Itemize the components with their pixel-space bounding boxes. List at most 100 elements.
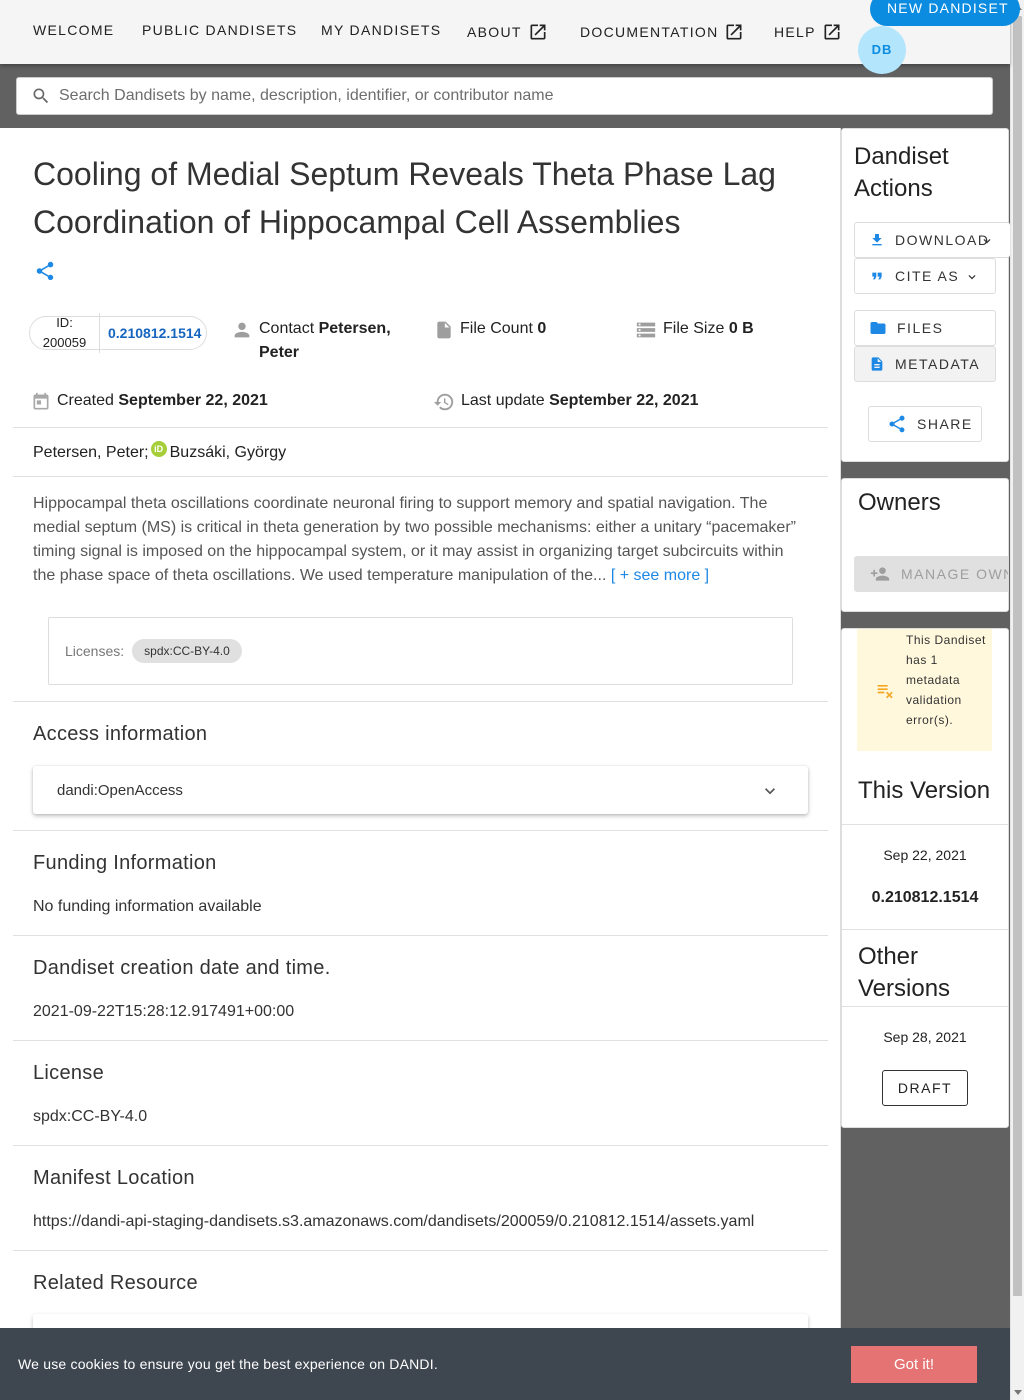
file-count-label: File Count bbox=[460, 320, 533, 337]
share-icon[interactable] bbox=[34, 260, 56, 282]
id-label: ID: bbox=[56, 315, 73, 330]
other-versions-heading: Other Versions bbox=[858, 943, 951, 1002]
folder-icon bbox=[870, 322, 886, 334]
external-link-icon bbox=[530, 24, 546, 40]
divider bbox=[842, 824, 1008, 825]
access-value: dandi:OpenAccess bbox=[57, 781, 183, 799]
top-navigation-bar: Welcome Public Dandisets My Dandisets Ab… bbox=[0, 0, 1020, 74]
cookie-accept-button[interactable]: Got it! bbox=[851, 1346, 977, 1383]
funding-value: No funding information available bbox=[33, 898, 262, 915]
page-scrollbar[interactable] bbox=[1010, 0, 1024, 1400]
this-version-heading: This Version bbox=[858, 777, 991, 804]
chevron-down-icon bbox=[983, 239, 991, 244]
divider bbox=[13, 830, 828, 831]
chevron-down-icon bbox=[968, 275, 976, 280]
cookie-text: We use cookies to ensure you get the bes… bbox=[18, 1356, 438, 1372]
related-heading: Related Resource bbox=[33, 1272, 198, 1294]
divider bbox=[13, 935, 828, 936]
licenses-label: Licenses: bbox=[65, 643, 125, 659]
divider bbox=[842, 929, 1008, 930]
owners-card: Owners Manage Own bbox=[841, 478, 1009, 612]
scroll-down-arrow-icon[interactable] bbox=[1014, 1390, 1022, 1395]
draft-version-button[interactable]: Draft bbox=[882, 1070, 968, 1106]
user-avatar[interactable]: DB bbox=[858, 26, 906, 74]
nav-welcome[interactable]: Welcome bbox=[33, 22, 114, 38]
download-icon bbox=[872, 234, 882, 246]
divider bbox=[13, 1250, 828, 1251]
quote-icon bbox=[872, 272, 882, 280]
manage-owners-label: Manage Own bbox=[901, 566, 1009, 582]
manage-owners-button[interactable]: Manage Own bbox=[854, 556, 1009, 592]
orcid-icon[interactable]: iD bbox=[150, 441, 167, 457]
nav-public-dandisets[interactable]: Public Dandisets bbox=[142, 22, 297, 38]
file-count-value: 0 bbox=[537, 320, 547, 337]
divider bbox=[13, 476, 828, 477]
metadata-button[interactable]: Metadata bbox=[854, 346, 996, 382]
updated-label: Last update bbox=[461, 392, 545, 409]
divider bbox=[13, 427, 828, 428]
dandiset-id: ID: 200059 bbox=[30, 313, 100, 353]
nav-help[interactable]: Help bbox=[774, 22, 842, 42]
updated-value: September 22, 2021 bbox=[549, 392, 699, 409]
id-value: 200059 bbox=[42, 335, 87, 350]
actions-heading: Dandiset Actions bbox=[854, 143, 949, 202]
metadata-label: Metadata bbox=[895, 356, 981, 372]
dandiset-actions-card: Dandiset Actions Download Cite As Files … bbox=[841, 128, 1010, 462]
file-icon bbox=[437, 321, 451, 339]
this-version-id[interactable]: 0.210812.1514 bbox=[842, 889, 1008, 907]
contact-label: Contact bbox=[259, 320, 315, 337]
created-date: Created September 22, 2021 bbox=[31, 389, 268, 413]
share-button[interactable]: Share bbox=[868, 406, 982, 442]
owners-heading: Owners bbox=[858, 489, 941, 516]
cite-as-label: Cite As bbox=[895, 268, 960, 284]
cite-as-button[interactable]: Cite As bbox=[854, 258, 996, 294]
divider bbox=[842, 1006, 1008, 1007]
access-expansion-panel[interactable]: dandi:OpenAccess bbox=[33, 766, 808, 814]
validation-warning: This Dandiset has 1 metadata validation … bbox=[857, 629, 992, 751]
see-more-link[interactable]: [ + see more ] bbox=[611, 567, 709, 584]
validation-warning-text[interactable]: This Dandiset has 1 metadata validation … bbox=[906, 630, 986, 730]
file-size-value: 0 B bbox=[728, 320, 754, 337]
nav-about-label: About bbox=[467, 24, 522, 40]
calendar-icon bbox=[33, 392, 49, 410]
search-icon bbox=[33, 88, 49, 104]
last-update: Last update September 22, 2021 bbox=[433, 389, 699, 413]
scrollbar-thumb[interactable] bbox=[1013, 16, 1022, 1296]
file-count: File Count 0 bbox=[434, 317, 546, 341]
storage-icon bbox=[636, 322, 656, 338]
nav-help-label: Help bbox=[774, 24, 816, 40]
dandiset-id-chip[interactable]: ID: 200059 0.210812.1514 bbox=[29, 313, 207, 353]
license-value: spdx:CC-BY-4.0 bbox=[33, 1108, 148, 1125]
creation-heading: Dandiset creation date and time. bbox=[33, 957, 331, 979]
license-chip: spdx:CC-BY-4.0 bbox=[132, 639, 242, 663]
nav-public-dandisets-label: Public Dandisets bbox=[142, 22, 298, 38]
document-icon bbox=[871, 357, 883, 371]
funding-heading: Funding Information bbox=[33, 852, 217, 874]
search-bar-container bbox=[0, 64, 1010, 128]
nav-documentation-label: Documentation bbox=[580, 24, 719, 40]
download-button[interactable]: Download bbox=[854, 222, 1010, 258]
other-version-date: Sep 28, 2021 bbox=[883, 1029, 967, 1045]
nav-welcome-label: Welcome bbox=[33, 22, 115, 38]
files-label: Files bbox=[897, 320, 944, 336]
files-button[interactable]: Files bbox=[854, 310, 996, 346]
dandiset-main-panel: Cooling of Medial Septum Reveals Theta P… bbox=[0, 128, 841, 1400]
search-input[interactable] bbox=[59, 87, 959, 105]
nav-my-dandisets-label: My Dandisets bbox=[321, 22, 442, 38]
this-version-date: Sep 22, 2021 bbox=[883, 847, 967, 863]
search-box bbox=[16, 77, 993, 115]
creation-value: 2021-09-22T15:28:12.917491+00:00 bbox=[33, 1003, 295, 1020]
nav-my-dandisets[interactable]: My Dandisets bbox=[321, 22, 441, 38]
history-icon bbox=[433, 393, 454, 411]
nav-documentation[interactable]: Documentation bbox=[580, 22, 744, 42]
access-heading: Access information bbox=[33, 723, 208, 745]
nav-about[interactable]: About bbox=[467, 22, 548, 42]
licenses-box: Licenses: spdx:CC-BY-4.0 bbox=[48, 617, 793, 685]
manifest-value[interactable]: https://dandi-api-staging-dandisets.s3.a… bbox=[33, 1213, 754, 1231]
share-label: Share bbox=[917, 416, 973, 432]
manifest-heading: Manifest Location bbox=[33, 1167, 195, 1189]
contributor-name: Buzsáki, György bbox=[169, 444, 287, 461]
license-heading: License bbox=[33, 1062, 105, 1084]
new-dandiset-button[interactable]: New Dandiset bbox=[870, 0, 1020, 26]
file-size: File Size 0 B bbox=[635, 317, 754, 341]
